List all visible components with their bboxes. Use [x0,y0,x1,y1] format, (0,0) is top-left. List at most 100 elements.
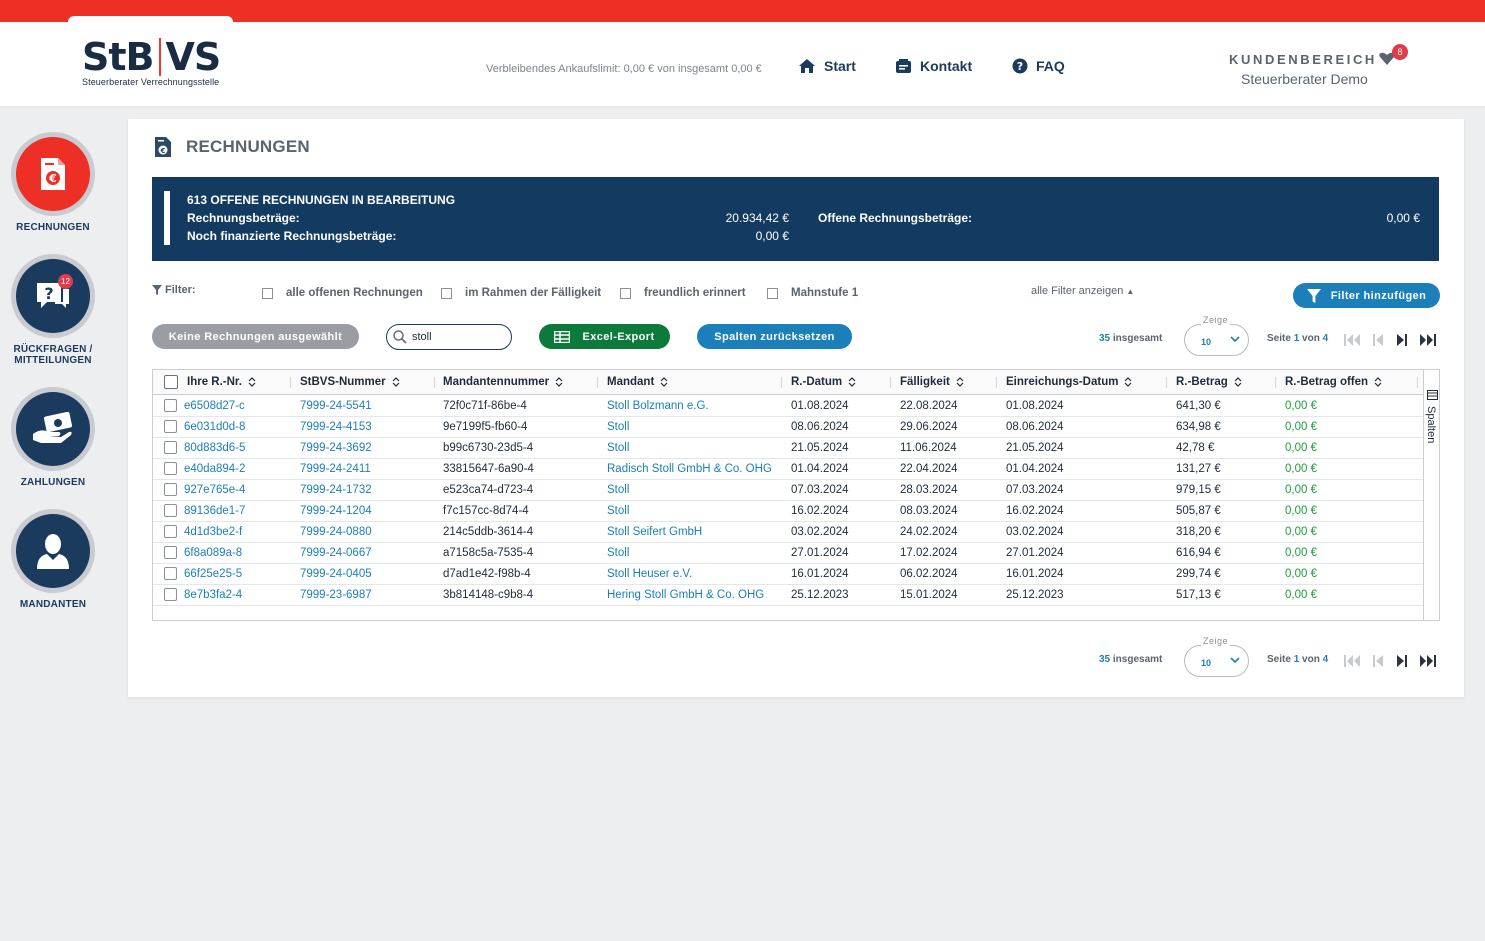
nav-faq[interactable]: ? FAQ [1012,58,1065,74]
filter-checkbox-mahnstufe[interactable]: Mahnstufe 1 [767,287,858,299]
cell-stbvs[interactable]: 7999-24-1204 [300,505,372,517]
cell-mandantennummer: 214c5ddb-3614-4 [443,526,534,538]
excel-export-button[interactable]: Excel-Export [539,324,670,349]
row-checkbox[interactable] [164,420,177,433]
cell-rnr[interactable]: e6508d27-c [184,400,245,412]
cell-mandant[interactable]: Stoll Bolzmann e.G. [607,400,709,412]
previous-page-icon[interactable] [1372,333,1384,347]
cell-stbvs[interactable]: 7999-24-2411 [300,463,371,475]
cell-mandant[interactable]: Stoll [607,547,629,559]
columns-side-label: Spalten [1425,406,1437,444]
logo[interactable]: StB VS Steuerberater Verrechnungsstelle [82,38,221,87]
search-input[interactable] [412,331,502,343]
table-row[interactable]: 4d1d3be2-f 7999-24-0880 214c5ddb-3614-4 Sto… [153,522,1423,543]
row-checkbox[interactable] [164,483,177,496]
cell-rnr[interactable]: e40da894-2 [184,463,245,475]
cell-stbvs[interactable]: 7999-24-4153 [300,421,372,433]
page-size-select-bottom[interactable]: Zeige 10 [1184,636,1249,677]
cell-mandant[interactable]: Stoll [607,484,629,496]
row-checkbox[interactable] [164,567,177,580]
user-name[interactable]: Steuerberater Demo [1241,71,1368,87]
column-header-label: Ihre R.-Nr. [187,376,242,388]
page-size-select[interactable]: Zeige 10 [1184,315,1249,356]
first-page-icon[interactable] [1343,654,1361,668]
cell-rnr[interactable]: 89136de1-7 [184,505,245,517]
select-all-checkbox[interactable] [164,375,178,389]
cell-rbetrag-offen: 0,00 € [1285,400,1317,412]
column-header-rbetrag-offen[interactable]: R.-Betrag offen [1285,376,1382,388]
table-row[interactable]: 6f8a089a-8 7999-24-0667 a7158c5a-7535-4 Sto… [153,543,1423,564]
cell-stbvs[interactable]: 7999-24-0667 [300,547,372,559]
cell-rnr[interactable]: 66f25e25-5 [184,568,242,580]
row-checkbox[interactable] [164,546,177,559]
no-selection-button[interactable]: Keine Rechnungen ausgewählt [152,324,359,349]
table-row[interactable]: 927e765e-4 7999-24-1732 e523ca74-d723-4 Sto… [153,480,1423,501]
first-page-icon[interactable] [1343,333,1361,347]
cell-stbvs[interactable]: 7999-24-1732 [300,484,372,496]
page-info-bottom: Seite 1 von 4 [1267,654,1328,665]
cell-mandant[interactable]: Stoll [607,421,629,433]
table-row[interactable]: 89136de1-7 7999-24-1204 f7c157cc-8d74-4 Sto… [153,501,1423,522]
cell-mandant[interactable]: Stoll Heuser e.V. [607,568,692,580]
row-checkbox[interactable] [164,441,177,454]
cell-rnr[interactable]: 8e7b3fa2-4 [184,589,242,601]
cell-mandant[interactable]: Stoll [607,505,629,517]
row-checkbox[interactable] [164,399,177,412]
cell-rnr[interactable]: 927e765e-4 [184,484,245,496]
cell-stbvs[interactable]: 7999-23-6987 [300,589,372,601]
show-all-filters-link[interactable]: alle Filter anzeigen ▲ [1031,285,1134,297]
row-checkbox[interactable] [164,504,177,517]
cell-stbvs[interactable]: 7999-24-0880 [300,526,372,538]
last-page-icon[interactable] [1419,654,1437,668]
reset-columns-button[interactable]: Spalten zurücksetzen [697,324,852,349]
cell-stbvs[interactable]: 7999-24-0405 [300,568,372,580]
next-page-icon[interactable] [1396,654,1408,668]
cell-rnr[interactable]: 4d1d3be2-f [184,526,242,538]
sidebar-item-zahlungen[interactable]: ZAHLUNGEN [0,387,106,488]
cell-rnr[interactable]: 6f8a089a-8 [184,547,242,559]
cell-mandant[interactable]: Stoll [607,442,629,454]
user-icon [37,534,69,569]
row-checkbox[interactable] [164,588,177,601]
table-row[interactable]: 8e7b3fa2-4 7999-23-6987 3b814148-c9b8-4 Her… [153,585,1423,606]
previous-page-icon[interactable] [1372,654,1384,668]
cell-stbvs[interactable]: 7999-24-3692 [300,442,372,454]
nav-start[interactable]: Start [798,58,856,74]
sidebar-item-rechnungen[interactable]: € RECHNUNGEN [0,132,106,233]
filter-checkbox-alle-offenen[interactable]: alle offenen Rechnungen [262,287,423,299]
search-field[interactable] [386,324,512,350]
column-header-rbetrag[interactable]: R.-Betrag [1176,376,1242,388]
next-page-icon[interactable] [1396,333,1408,347]
table-row[interactable]: e40da894-2 7999-24-2411 33815647-6a90-4 Rad… [153,459,1423,480]
cell-mandant[interactable]: Hering Stoll GmbH & Co. OHG [607,589,764,601]
table-row[interactable]: 80d883d6-5 7999-24-3692 b99c6730-23d5-4 Sto… [153,438,1423,459]
column-header-rnr[interactable]: Ihre R.-Nr. [187,376,256,388]
cell-stbvs[interactable]: 7999-24-5541 [300,400,372,412]
columns-side-panel[interactable]: Spalten [1423,370,1440,620]
cell-mandant[interactable]: Radisch Stoll GmbH & Co. OHG [607,463,772,475]
nav-kontakt[interactable]: Kontakt [895,58,972,74]
filter-checkbox-faelligkeit[interactable]: im Rahmen der Fälligkeit [441,287,601,299]
table-row[interactable]: 6e031d0d-8 7999-24-4153 9e7199f5-fb60-4 Sto… [153,417,1423,438]
column-header-mandantennummer[interactable]: Mandantennummer [443,376,563,388]
row-checkbox[interactable] [164,462,177,475]
sidebar-item-rueckfragen[interactable]: ? 12 RÜCKFRAGEN / MITTEILUNGEN [0,254,106,366]
add-filter-button[interactable]: Filter hinzufügen [1293,283,1440,308]
column-header-einreichung[interactable]: Einreichungs-Datum [1006,376,1132,388]
column-header-stbvs[interactable]: StBVS-Nummer [300,376,400,388]
sidebar-item-mandanten[interactable]: MANDANTEN [0,509,106,610]
cell-rnr[interactable]: 6e031d0d-8 [184,421,245,433]
table-row[interactable]: 66f25e25-5 7999-24-0405 d7ad1e42-f98b-4 Sto… [153,564,1423,585]
cell-faelligkeit: 22.04.2024 [900,463,958,475]
column-header-rdatum[interactable]: R.-Datum [791,376,856,388]
last-page-icon[interactable] [1419,333,1437,347]
cell-mandant[interactable]: Stoll Seifert GmbH [607,526,702,538]
cell-rnr[interactable]: 80d883d6-5 [184,442,245,454]
filter-checkbox-erinnert[interactable]: freundlich erinnert [620,287,746,299]
summary-offene-label: Offene Rechnungsbeträge: [818,211,973,225]
table-row[interactable]: e6508d27-c 7999-24-5541 72f0c71f-86be-4 Sto… [153,396,1423,417]
column-header-faelligkeit[interactable]: Fälligkeit [900,376,964,388]
cell-einreichung: 03.02.2024 [1006,526,1064,538]
column-header-mandant[interactable]: Mandant [607,376,668,388]
row-checkbox[interactable] [164,525,177,538]
